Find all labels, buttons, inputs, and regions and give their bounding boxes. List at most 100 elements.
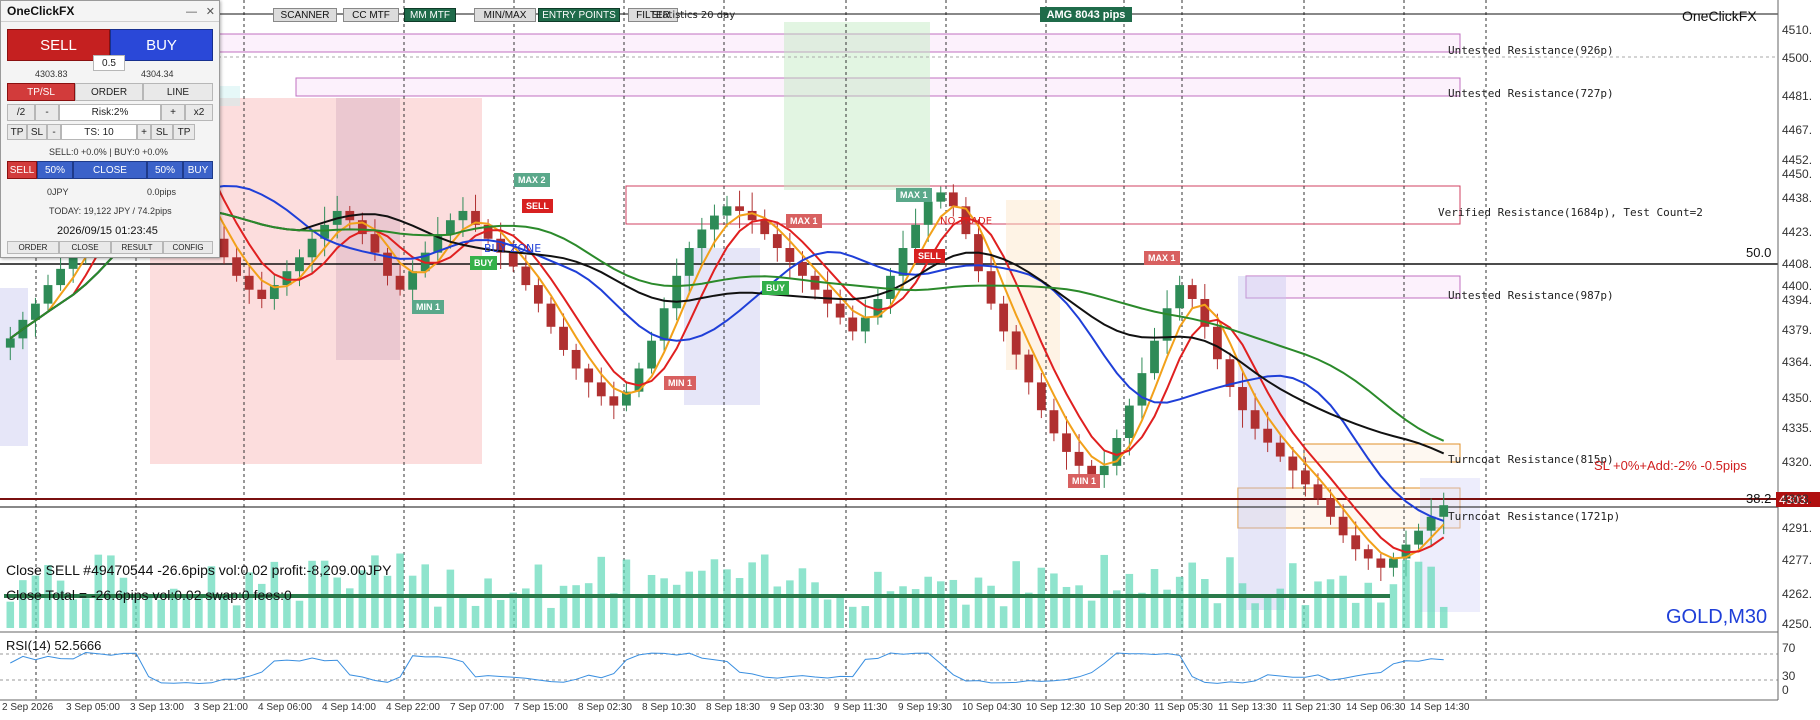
sell-signal-2: SELL <box>914 249 946 263</box>
oneclickfx-panel[interactable]: OneClickFX — ✕ SELL BUY 0.5 4303.83 4304… <box>0 0 220 258</box>
min-1-label-b: MIN 1 <box>664 376 697 390</box>
footer-tab-config[interactable]: CONFIG <box>163 241 213 254</box>
time-tick: 9 Sep 19:30 <box>898 702 952 713</box>
close-buy-button[interactable]: BUY <box>183 161 213 179</box>
minimize-icon[interactable]: — <box>186 6 197 18</box>
volume-bar <box>760 554 769 628</box>
candle-body <box>1062 433 1071 452</box>
tp-button-right[interactable]: TP <box>173 124 195 140</box>
price-tick: 4452. <box>1782 153 1813 167</box>
candle-body <box>609 396 619 406</box>
volume-bar <box>1238 583 1247 628</box>
volume-bar <box>610 593 618 628</box>
cc-mtf-button[interactable]: CC MTF <box>343 8 399 22</box>
volume-bar <box>962 604 970 628</box>
candle-body <box>1288 456 1298 471</box>
candle-body <box>785 248 795 262</box>
double-lot-button[interactable]: x2 <box>185 104 213 121</box>
no-trade-label: NO TRADE <box>940 216 993 227</box>
risk-minus-button[interactable]: - <box>35 104 59 121</box>
rsi-tick: 30 <box>1782 669 1796 683</box>
time-tick: 4 Sep 06:00 <box>258 702 312 713</box>
minmax-button[interactable]: MIN/MAX <box>474 8 536 22</box>
halve-lot-button[interactable]: /2 <box>7 104 35 121</box>
volume-bar <box>1439 606 1448 628</box>
volume-bar <box>823 599 832 628</box>
mm-mtf-button[interactable]: MM MTF <box>404 8 456 22</box>
ts-field[interactable]: TS: 10 <box>61 124 137 140</box>
time-tick: 3 Sep 05:00 <box>66 702 120 713</box>
candle-body <box>936 192 946 202</box>
close-icon[interactable]: ✕ <box>206 6 215 18</box>
volume-bar <box>1414 561 1423 628</box>
volume-bar <box>446 569 455 628</box>
ts-minus-button[interactable]: - <box>47 124 61 140</box>
volume-bar <box>1226 557 1234 628</box>
ts-plus-button[interactable]: + <box>137 124 151 140</box>
candle-body <box>1275 442 1285 457</box>
risk-plus-button[interactable]: + <box>161 104 185 121</box>
close-half-sell-button[interactable]: 50% <box>37 161 73 179</box>
candle-body <box>257 289 267 299</box>
volume-bar <box>69 599 77 628</box>
volume-bar <box>899 586 907 628</box>
candle-body <box>1036 382 1046 411</box>
tab-order[interactable]: ORDER <box>75 83 143 101</box>
entry-points-button[interactable]: ENTRY POINTS <box>538 8 620 22</box>
price-tick: 4467. <box>1782 123 1813 137</box>
max-2-label: MAX 2 <box>514 173 550 187</box>
sl-button-left[interactable]: SL <box>27 124 47 140</box>
candle-body <box>5 338 15 348</box>
candle-body <box>999 303 1009 332</box>
close-half-buy-button[interactable]: 50% <box>147 161 183 179</box>
max-1-label-b: MAX 1 <box>786 214 822 228</box>
volume-bar <box>735 578 744 628</box>
candle-body <box>1363 549 1373 559</box>
candle-body <box>911 224 921 249</box>
scanner-button[interactable]: SCANNER <box>273 8 337 22</box>
candle-body <box>697 229 707 249</box>
panel-title: OneClickFX <box>7 4 75 18</box>
zone-rect-5 <box>1303 443 1461 463</box>
buy-button[interactable]: BUY <box>110 29 213 61</box>
volume-bar <box>1175 576 1184 628</box>
volume-bar <box>924 576 932 628</box>
footer-tab-order[interactable]: ORDER <box>7 241 59 254</box>
symbol-label: GOLD,M30 <box>1666 606 1768 628</box>
close-sell-button[interactable]: SELL <box>7 161 37 179</box>
candle-body <box>1238 387 1247 411</box>
tp-button-left[interactable]: TP <box>7 124 27 140</box>
lot-size-field[interactable]: 0.5 <box>93 55 125 71</box>
volume-bar <box>396 553 404 628</box>
zone-label-1: Untested Resistance(926p) <box>1448 44 1614 57</box>
price-tick: 4335. <box>1782 421 1813 435</box>
price-tick: 4291. <box>1782 521 1813 535</box>
price-chart[interactable] <box>0 0 1820 720</box>
volume-bar <box>622 559 631 628</box>
volume-bar <box>786 580 794 628</box>
candle-body <box>596 382 606 397</box>
tab-line[interactable]: LINE <box>143 83 213 101</box>
close-all-button[interactable]: CLOSE <box>73 161 147 179</box>
candle-body <box>43 285 53 304</box>
volume-bar <box>1087 600 1096 628</box>
volume-bar <box>1389 584 1398 628</box>
volume-bar <box>6 601 15 628</box>
volume-bar <box>572 585 580 628</box>
candle-body <box>295 257 304 272</box>
sell-price: 4303.83 <box>35 69 68 79</box>
candle-body <box>219 238 229 258</box>
sl-button-right[interactable]: SL <box>151 124 173 140</box>
buy-price: 4304.34 <box>141 69 174 79</box>
risk-field[interactable]: Risk:2% <box>59 104 161 121</box>
price-tick: 4481. <box>1782 89 1813 103</box>
volume-bar <box>1251 603 1259 628</box>
tab-tpsl[interactable]: TP/SL <box>7 83 75 101</box>
panel-titlebar[interactable]: OneClickFX — ✕ <box>1 1 219 22</box>
time-tick: 10 Sep 04:30 <box>962 702 1022 713</box>
footer-tab-result[interactable]: RESULT <box>111 241 163 254</box>
buy-signal-1: BUY <box>470 256 498 270</box>
footer-tab-close[interactable]: CLOSE <box>59 241 111 254</box>
time-tick: 9 Sep 03:30 <box>770 702 824 713</box>
candle-body <box>772 234 782 249</box>
